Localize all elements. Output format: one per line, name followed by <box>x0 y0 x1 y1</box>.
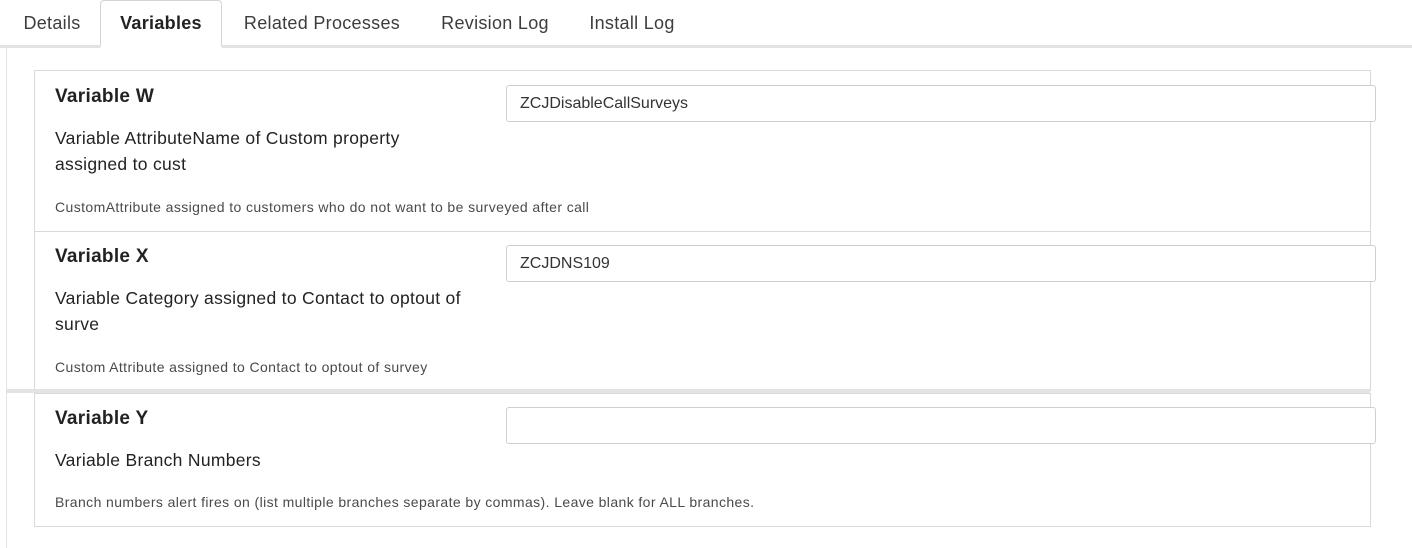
variables-panel: Variable W Variable AttributeName of Cus… <box>6 48 1412 548</box>
variable-card-x: Variable X Variable Category assigned to… <box>34 231 1376 391</box>
variable-title: Variable W <box>55 86 155 107</box>
tab-install-log[interactable]: Install Log <box>570 0 694 46</box>
variable-x-input[interactable] <box>506 245 1376 282</box>
variable-y-input[interactable] <box>506 407 1376 444</box>
variable-card-w: Variable W Variable AttributeName of Cus… <box>34 70 1376 232</box>
variable-title: Variable X <box>55 246 149 267</box>
tab-details[interactable]: Details <box>6 0 98 46</box>
variable-card-y: Variable Y Variable Branch Numbers Branc… <box>34 393 1376 527</box>
tab-variables[interactable]: Variables <box>100 0 222 48</box>
variable-name: Variable Category assigned to Contact to… <box>55 288 461 334</box>
tab-bar: Details Variables Related Processes Revi… <box>0 0 1412 48</box>
variable-title: Variable Y <box>55 408 149 429</box>
tab-related-processes[interactable]: Related Processes <box>224 0 420 46</box>
variable-description: CustomAttribute assigned to customers wh… <box>55 199 590 215</box>
variable-name: Variable AttributeName of Custom propert… <box>55 128 400 174</box>
variable-w-input[interactable] <box>506 85 1376 122</box>
variable-description: Branch numbers alert fires on (list mult… <box>55 494 755 510</box>
tab-revision-log[interactable]: Revision Log <box>422 0 568 46</box>
variable-name: Variable Branch Numbers <box>55 450 261 470</box>
variable-description: Custom Attribute assigned to Contact to … <box>55 359 428 375</box>
